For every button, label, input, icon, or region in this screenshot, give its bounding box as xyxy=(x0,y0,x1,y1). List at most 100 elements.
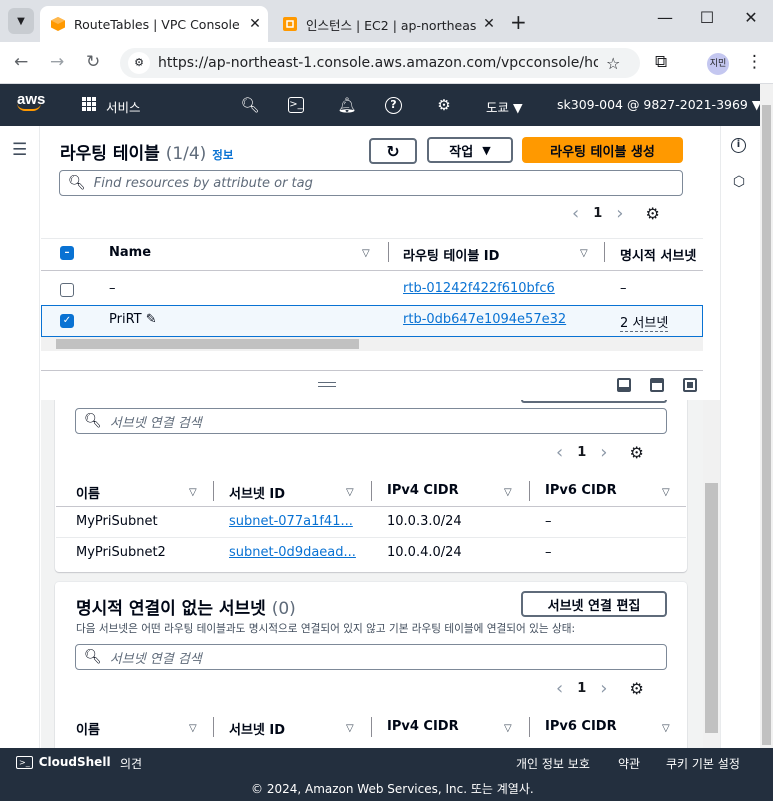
column-resizer[interactable] xyxy=(371,481,372,501)
feedback-link[interactable]: 의견 xyxy=(120,755,142,772)
column-header-name[interactable]: 이름 xyxy=(76,483,100,502)
sort-icon[interactable]: ▽ xyxy=(189,487,197,498)
chevron-right-icon[interactable]: › xyxy=(616,203,623,224)
explicit-subnets-popover[interactable]: 2 서브넷 xyxy=(620,312,669,332)
resize-handle-icon[interactable] xyxy=(318,382,336,387)
hamburger-menu-icon[interactable]: ☰ xyxy=(12,140,27,160)
subnet-association-search[interactable]: 🔍︎ 서브넷 연결 검색 xyxy=(75,408,667,434)
column-header-explicit-subnets[interactable]: 명시적 서브넷 xyxy=(620,245,704,264)
sort-icon[interactable]: ▽ xyxy=(504,487,512,498)
column-resizer[interactable] xyxy=(529,481,530,501)
column-resizer[interactable] xyxy=(213,481,214,501)
help-icon[interactable]: ? xyxy=(385,97,402,114)
column-resizer[interactable] xyxy=(529,717,530,737)
table-preferences-gear-icon[interactable]: ⚙ xyxy=(629,443,643,462)
url-text[interactable]: https://ap-northeast-1.console.aws.amazo… xyxy=(158,55,598,71)
row-checkbox[interactable]: ✓ xyxy=(60,314,74,328)
close-tab-icon[interactable]: ✕ xyxy=(242,16,268,32)
panel-scrollbar-thumb[interactable] xyxy=(705,483,718,733)
forward-arrow-icon[interactable]: → xyxy=(50,52,64,72)
browser-tab-route-tables[interactable]: RouteTables | VPC Console ✕ xyxy=(40,6,268,42)
maximize-icon[interactable]: ☐ xyxy=(690,8,724,32)
browser-tab-ec2[interactable]: 인스턴스 | EC2 | ap-northeast- ✕ xyxy=(274,6,502,42)
table-preferences-gear-icon[interactable]: ⚙ xyxy=(629,679,643,698)
profile-avatar[interactable]: 지민 xyxy=(707,53,729,75)
info-panel-icon[interactable]: i xyxy=(731,138,746,153)
refresh-button[interactable]: ↻ xyxy=(369,138,417,164)
column-resizer[interactable] xyxy=(604,242,605,262)
edit-pencil-icon[interactable]: ✎ xyxy=(146,312,157,327)
cookie-preferences-link[interactable]: 쿠키 기본 설정 xyxy=(666,755,740,772)
column-resizer[interactable] xyxy=(371,717,372,737)
route-table-id-link[interactable]: rtb-01242f422f610bfc6 xyxy=(403,281,555,296)
terms-link[interactable]: 약관 xyxy=(618,755,640,772)
filter-search-input[interactable]: 🔍︎ Find resources by attribute or tag xyxy=(59,170,683,196)
search-icon[interactable]: 🔍︎ xyxy=(240,95,260,115)
panel-top-icon[interactable] xyxy=(650,378,664,392)
column-resizer[interactable] xyxy=(213,717,214,737)
info-link[interactable]: 정보 xyxy=(212,148,233,162)
select-all-checkbox[interactable]: – xyxy=(60,246,74,260)
cloudshell-button[interactable]: >_ CloudShell xyxy=(16,755,111,769)
chevron-left-icon[interactable]: ‹ xyxy=(572,203,579,224)
tab-search-dropdown[interactable]: ▼ xyxy=(8,8,34,34)
column-resizer[interactable] xyxy=(388,242,389,262)
minimize-icon[interactable]: — xyxy=(648,8,682,32)
horizontal-scrollbar-thumb[interactable] xyxy=(56,339,359,349)
privacy-link[interactable]: 개인 정보 보호 xyxy=(516,755,590,772)
sort-icon[interactable]: ▽ xyxy=(189,723,197,734)
edit-subnet-associations-button[interactable]: 서브넷 연결 편집 xyxy=(521,591,667,617)
notifications-icon[interactable]: ⬡ xyxy=(729,174,749,190)
chevron-left-icon[interactable]: ‹ xyxy=(556,678,563,699)
page-scrollbar-thumb[interactable] xyxy=(762,105,771,745)
chevron-right-icon[interactable]: › xyxy=(600,442,607,463)
close-tab-icon[interactable]: ✕ xyxy=(476,16,502,32)
column-header-ipv6-cidr[interactable]: IPv6 CIDR xyxy=(545,483,617,498)
cloudshell-icon[interactable]: >_ xyxy=(288,97,304,113)
bookmark-star-icon[interactable]: ☆ xyxy=(606,54,620,73)
column-header-ipv4-cidr[interactable]: IPv4 CIDR xyxy=(387,483,459,498)
row-checkbox[interactable] xyxy=(60,283,74,297)
reload-icon[interactable]: ↻ xyxy=(86,52,100,72)
subnet-id-link[interactable]: subnet-0d9daead... xyxy=(229,545,356,560)
panel-side-icon[interactable] xyxy=(683,378,697,392)
chevron-right-icon[interactable]: › xyxy=(600,678,607,699)
column-header-subnet-id[interactable]: 서브넷 ID xyxy=(229,483,285,502)
sort-icon[interactable]: ▽ xyxy=(346,723,354,734)
new-tab-button[interactable]: + xyxy=(510,10,527,34)
sort-icon[interactable]: ▽ xyxy=(346,487,354,498)
close-window-icon[interactable]: ✕ xyxy=(734,8,768,32)
site-settings-icon[interactable]: ⚙ xyxy=(128,52,150,74)
column-header-subnet-id[interactable]: 서브넷 ID xyxy=(229,719,285,738)
subnet-search-input[interactable]: 🔍︎ 서브넷 연결 검색 xyxy=(75,644,667,670)
extensions-icon[interactable]: ⧉ xyxy=(655,52,667,72)
column-header-ipv4-cidr[interactable]: IPv4 CIDR xyxy=(387,719,459,734)
subnet-id-link[interactable]: subnet-077a1f41... xyxy=(229,514,353,529)
sort-icon[interactable]: ▽ xyxy=(662,487,670,498)
more-menu-icon[interactable]: ⋮ xyxy=(746,52,763,72)
actions-button[interactable]: 작업 ▼ xyxy=(427,137,513,163)
create-route-table-button[interactable]: 라우팅 테이블 생성 xyxy=(522,137,683,163)
column-header-name[interactable]: 이름 xyxy=(76,719,100,738)
sort-icon[interactable]: ▽ xyxy=(362,248,370,259)
sort-icon[interactable]: ▽ xyxy=(504,723,512,734)
bell-icon[interactable]: 🔔︎ xyxy=(337,95,357,115)
page-number[interactable]: 1 xyxy=(577,445,586,460)
column-header-ipv6-cidr[interactable]: IPv6 CIDR xyxy=(545,719,617,734)
aws-logo[interactable]: aws xyxy=(17,92,45,111)
services-grid-icon[interactable] xyxy=(82,97,96,111)
panel-bottom-icon[interactable] xyxy=(617,378,631,392)
sort-icon[interactable]: ▽ xyxy=(580,248,588,259)
region-selector[interactable]: 도쿄 ▼ xyxy=(486,97,523,116)
services-menu[interactable]: 서비스 xyxy=(106,97,141,116)
gear-icon[interactable]: ⚙ xyxy=(434,95,454,115)
chevron-left-icon[interactable]: ‹ xyxy=(556,442,563,463)
account-menu[interactable]: sk309-004 @ 9827-2021-3969 ▼ xyxy=(557,97,761,112)
sort-icon[interactable]: ▽ xyxy=(662,723,670,734)
route-table-id-link[interactable]: rtb-0db647e1094e57e32 xyxy=(403,312,566,327)
page-number[interactable]: 1 xyxy=(577,681,586,696)
address-bar[interactable]: ⚙ https://ap-northeast-1.console.aws.ama… xyxy=(120,48,640,78)
page-number[interactable]: 1 xyxy=(593,206,602,221)
table-preferences-gear-icon[interactable]: ⚙ xyxy=(645,204,659,223)
edit-button-edge[interactable] xyxy=(521,400,667,403)
